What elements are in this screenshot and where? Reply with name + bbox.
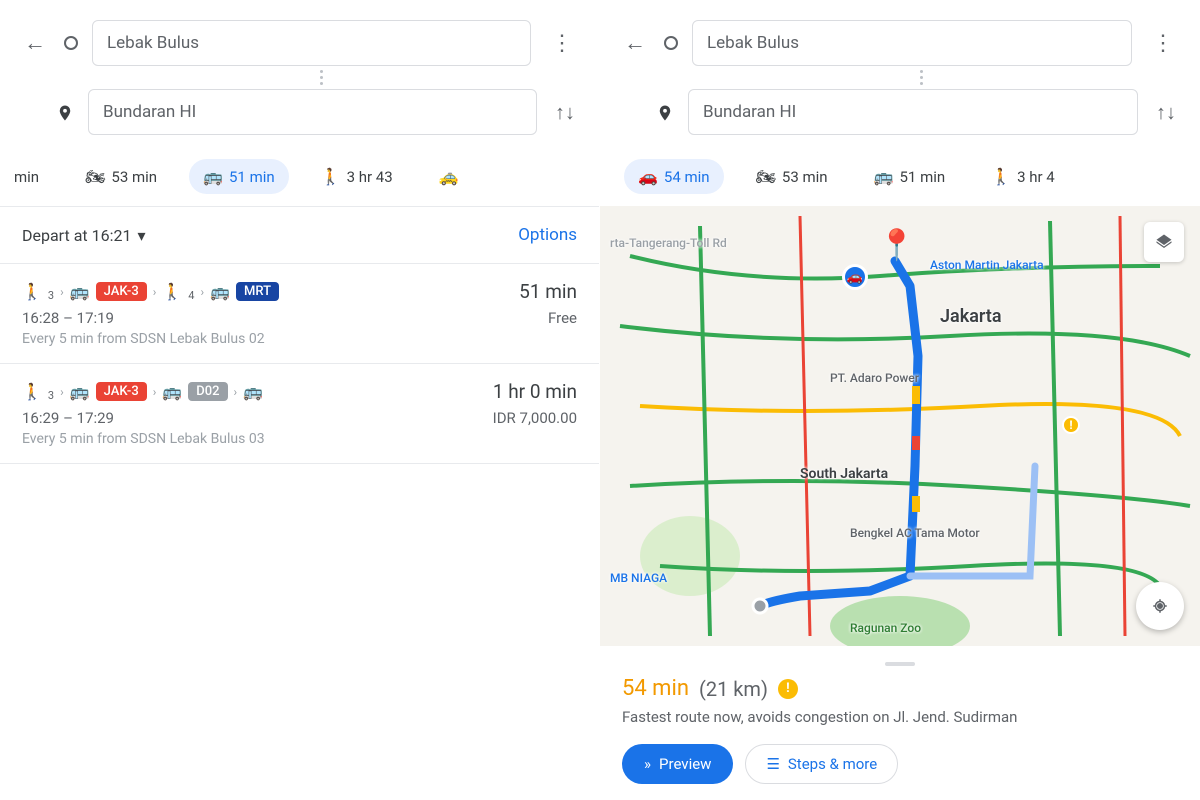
route-segments: 🚶3 › 🚌JAK-3 › 🚌D02 › 🚌	[22, 382, 263, 401]
back-arrow-icon[interactable]: ←	[20, 26, 50, 60]
summary-description: Fastest route now, avoids congestion on …	[622, 707, 1178, 728]
route-segments: 🚶3 › 🚌JAK-3 › 🚶4 › 🚌MRT	[22, 282, 279, 301]
destination-input[interactable]	[688, 89, 1138, 135]
warning-badge-icon: !	[778, 679, 798, 699]
mode-tab-motorcycle[interactable]: 🏍53 min	[71, 159, 171, 194]
map-label-south-jakarta: South Jakarta	[800, 466, 888, 482]
walk-icon: 🚶	[22, 382, 42, 401]
mode-tab-partial[interactable]: min	[14, 160, 53, 194]
preview-icon: »	[644, 755, 651, 773]
route-price: Free	[548, 309, 577, 327]
my-location-button[interactable]	[1136, 582, 1184, 630]
map-label-ragunan: Ragunan Zoo	[850, 621, 921, 635]
steps-button[interactable]: ☰Steps & more	[745, 744, 898, 784]
transit-route[interactable]: 🚶3 › 🚌JAK-3 › 🚶4 › 🚌MRT51 min16:28 – 17:…	[0, 264, 599, 364]
origin-input[interactable]	[692, 20, 1132, 66]
list-icon: ☰	[766, 755, 779, 773]
motorcycle-icon: 🏍	[756, 167, 776, 186]
menu-dots-icon[interactable]: ⋮	[545, 31, 579, 56]
mode-tab-transit[interactable]: 🚌51 min	[189, 159, 289, 194]
swap-icon[interactable]: ↑↓	[1152, 96, 1180, 129]
line-badge: D02	[188, 382, 227, 401]
transit-routes-list: 🚶3 › 🚌JAK-3 › 🚶4 › 🚌MRT51 min16:28 – 17:…	[0, 264, 599, 464]
chevron-right-icon: ›	[60, 285, 64, 299]
chevron-right-icon: ›	[60, 385, 64, 399]
mode-tab-car[interactable]: 🚗54 min	[624, 159, 724, 194]
map-label-aston: Aston Martin Jakarta	[930, 258, 1044, 272]
bus-icon: 🚌	[70, 382, 90, 401]
route-duration: 51 min	[519, 280, 577, 303]
chevron-right-icon: ›	[234, 385, 238, 399]
chevron-down-icon: ▾	[137, 226, 145, 245]
destination-pin-icon: 📍	[878, 228, 915, 263]
bus-icon: 🚌	[162, 382, 182, 401]
map-label-toll: rta-Tangerang-Toll Rd	[610, 236, 727, 250]
bus-icon: 🚌	[70, 282, 90, 301]
origin-circle-icon	[64, 36, 78, 50]
travel-mode-tabs: 🚗54 min 🏍53 min 🚌51 min 🚶3 hr 4	[600, 145, 1200, 206]
route-duration: 1 hr 0 min	[493, 380, 577, 403]
route-connector-icon	[660, 66, 1180, 89]
mode-tab-walk[interactable]: 🚶3 hr 43	[307, 159, 407, 194]
bus-icon: 🚌	[210, 282, 230, 301]
directions-header: ← ⋮ ↑↓	[0, 0, 599, 145]
chevron-right-icon: ›	[153, 285, 157, 299]
route-car-marker-icon: 🚗	[842, 264, 868, 290]
swap-icon[interactable]: ↑↓	[551, 96, 579, 129]
menu-dots-icon[interactable]: ⋮	[1146, 31, 1180, 56]
map-layers-button[interactable]	[1144, 222, 1184, 262]
traffic-warning-icon: !	[1062, 416, 1080, 434]
motorcycle-icon: 🏍	[85, 167, 105, 186]
depart-time-selector[interactable]: Depart at 16:21▾	[22, 226, 145, 245]
map-label-bengkel: Bengkel AC Tama Motor	[850, 526, 980, 540]
map-label-adaro: PT. Adaro Power	[830, 371, 919, 385]
mode-tab-walk[interactable]: 🚶3 hr 4	[977, 159, 1069, 194]
summary-distance: (21 km)	[699, 677, 768, 701]
line-badge: JAK-3	[96, 382, 147, 401]
transit-results-pane: ← ⋮ ↑↓ min 🏍53 min 🚌51 min 🚶3 hr 43 🚕 De…	[0, 0, 600, 800]
preview-button[interactable]: »Preview	[622, 744, 733, 784]
summary-duration: 54 min	[622, 676, 689, 701]
travel-mode-tabs: min 🏍53 min 🚌51 min 🚶3 hr 43 🚕	[0, 145, 599, 206]
drag-handle-icon[interactable]	[885, 662, 915, 666]
car-icon: 🚗	[638, 167, 658, 186]
route-time-range: 16:28 – 17:19	[22, 309, 114, 327]
line-badge: MRT	[236, 282, 279, 301]
options-link[interactable]: Options	[518, 225, 577, 245]
back-arrow-icon[interactable]: ←	[620, 26, 650, 60]
mode-tab-rideshare[interactable]: 🚕	[425, 159, 473, 194]
map-label-niaga: MB NIAGA	[610, 571, 667, 585]
map-canvas[interactable]: 📍 🚗 Jakarta South Jakarta Aston Martin J…	[600, 206, 1200, 646]
route-frequency: Every 5 min from SDSN Lebak Bulus 02	[22, 331, 577, 347]
driving-map-pane: ← ⋮ ↑↓ 🚗54 min 🏍53 min 🚌51 min 🚶3 hr 4	[600, 0, 1200, 800]
chevron-right-icon: ›	[153, 385, 157, 399]
destination-input[interactable]	[88, 89, 537, 135]
directions-header: ← ⋮ ↑↓	[600, 0, 1200, 145]
route-connector-icon	[60, 66, 579, 89]
route-frequency: Every 5 min from SDSN Lebak Bulus 03	[22, 431, 577, 447]
destination-marker-icon	[56, 102, 74, 122]
route-time-range: 16:29 – 17:29	[22, 409, 114, 427]
route-summary-card[interactable]: 54 min (21 km) ! Fastest route now, avoi…	[600, 646, 1200, 800]
transit-route[interactable]: 🚶3 › 🚌JAK-3 › 🚌D02 › 🚌1 hr 0 min16:29 – …	[0, 364, 599, 464]
origin-circle-icon	[664, 36, 678, 50]
chevron-right-icon: ›	[200, 285, 204, 299]
mode-tab-transit[interactable]: 🚌51 min	[860, 159, 960, 194]
origin-input[interactable]	[92, 20, 531, 66]
walk-icon: 🚶	[321, 167, 341, 186]
bus-icon: 🚌	[203, 167, 223, 186]
walk-icon: 🚶	[162, 282, 182, 301]
walk-icon: 🚶	[22, 282, 42, 301]
map-label-jakarta: Jakarta	[940, 306, 1002, 327]
bus-icon: 🚌	[874, 167, 894, 186]
route-price: IDR 7,000.00	[493, 409, 577, 427]
depart-options-bar: Depart at 16:21▾ Options	[0, 206, 599, 264]
line-badge: JAK-3	[96, 282, 147, 301]
destination-marker-icon	[656, 102, 674, 122]
bus-icon: 🚌	[243, 382, 263, 401]
rideshare-icon: 🚕	[439, 167, 459, 186]
walk-icon: 🚶	[991, 167, 1011, 186]
mode-tab-motorcycle[interactable]: 🏍53 min	[742, 159, 842, 194]
